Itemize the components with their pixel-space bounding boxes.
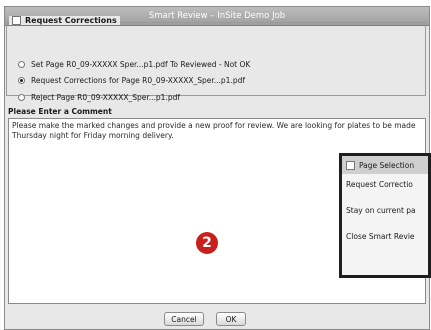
radio-button-selected[interactable] [18, 77, 25, 84]
step-marker-badge: 2 [196, 232, 218, 254]
radio-label: Reject Page R0_09-XXXXX_Sper...p1.pdf [31, 93, 180, 102]
cancel-button[interactable]: Cancel [164, 312, 204, 326]
radio-button[interactable] [18, 94, 25, 101]
page-selection-title: Page Selection [359, 160, 415, 170]
request-corrections-checkbox[interactable] [12, 16, 21, 25]
page-selection-popup: Page Selection Request Correctio Stay on… [339, 153, 431, 278]
radio-label: Set Page R0_09-XXXXX Sper...p1.pdf To Re… [31, 60, 251, 69]
request-corrections-header[interactable]: Request Corrections [9, 16, 120, 25]
request-corrections-label: Request Corrections [25, 16, 117, 25]
ok-button[interactable]: OK [216, 312, 246, 326]
popup-row-close-smart-review[interactable]: Close Smart Revie [346, 232, 415, 241]
radio-option-reject-page[interactable]: Reject Page R0_09-XXXXX_Sper...p1.pdf [18, 93, 180, 102]
popup-row-stay-on-current-page[interactable]: Stay on current pa [346, 206, 416, 215]
radio-option-request-corrections[interactable]: Request Corrections for Page R0_09-XXXXX… [18, 76, 245, 85]
radio-option-reviewed-not-ok[interactable]: Set Page R0_09-XXXXX Sper...p1.pdf To Re… [18, 60, 250, 69]
page-selection-header[interactable]: Page Selection [342, 156, 428, 174]
radio-label: Request Corrections for Page R0_09-XXXXX… [31, 76, 245, 85]
comment-label: Please Enter a Comment [8, 107, 112, 116]
popup-row-request-corrections[interactable]: Request Correctio [346, 180, 413, 189]
radio-button[interactable] [18, 61, 25, 68]
page-selection-checkbox[interactable] [346, 160, 355, 170]
